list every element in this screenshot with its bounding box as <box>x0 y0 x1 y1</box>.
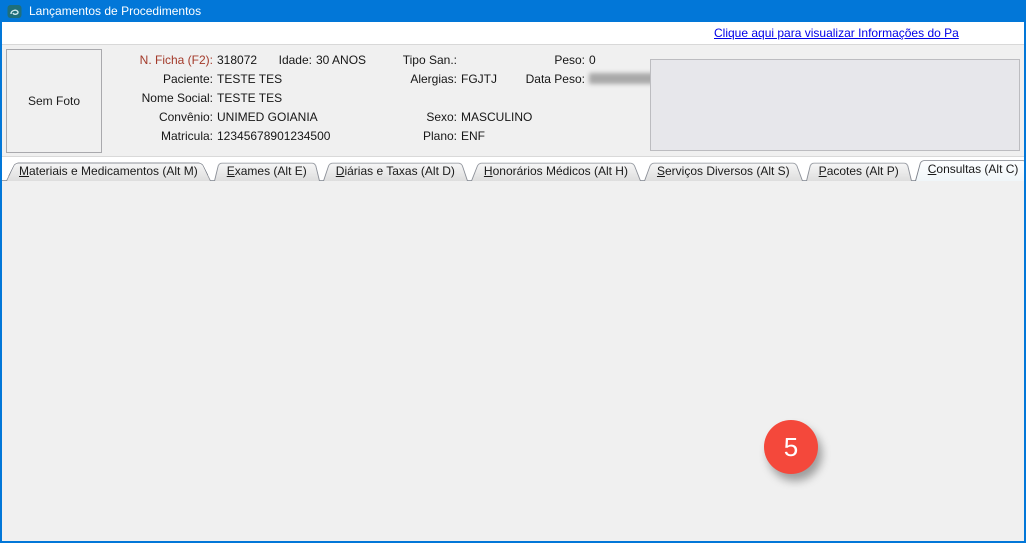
data-peso-label: Data Peso: <box>510 72 585 86</box>
tipo-san-line: Tipo San.: <box>385 53 461 67</box>
matricula-line: Matricula: 12345678901234500 <box>108 129 330 143</box>
matricula-value: 12345678901234500 <box>217 129 330 143</box>
nome-social-value: TESTE TES <box>217 91 282 105</box>
annotation-step-badge: 5 <box>764 420 818 474</box>
sexo-label: Sexo: <box>385 110 457 124</box>
convenio-line: Convênio: UNIMED GOIANIA <box>108 110 318 124</box>
peso-value: 0 <box>589 53 596 67</box>
tab-consultas[interactable]: Consultas (Alt C) <box>915 158 1026 181</box>
data-peso-line: Data Peso: <box>510 72 661 86</box>
alergias-line: Alergias: FGJTJ <box>385 72 497 86</box>
paciente-value: TESTE TES <box>217 72 282 86</box>
matricula-label: Matricula: <box>108 129 213 143</box>
tab-diarias-taxas[interactable]: Diárias e Taxas (Alt D) <box>323 161 468 181</box>
alergias-label: Alergias: <box>385 72 457 86</box>
peso-line: Peso: 0 <box>510 53 596 67</box>
nome-social-label: Nome Social: <box>108 91 213 105</box>
tab-servicos-diversos[interactable]: Serviços Diversos (Alt S) <box>644 161 803 181</box>
procedures-window: Lançamentos de Procedimentos Clique aqui… <box>0 0 1026 543</box>
convenio-value: UNIMED GOIANIA <box>217 110 318 124</box>
window-title: Lançamentos de Procedimentos <box>29 4 201 18</box>
photo-placeholder: Sem Foto <box>6 49 102 153</box>
idade-label: Idade: <box>252 53 312 67</box>
plano-value: ENF <box>461 129 485 143</box>
sexo-value: MASCULINO <box>461 110 532 124</box>
nome-social-line: Nome Social: TESTE TES <box>108 91 282 105</box>
header-strip: Clique aqui para visualizar Informações … <box>2 22 1024 44</box>
photo-placeholder-label: Sem Foto <box>28 94 80 108</box>
paciente-label: Paciente: <box>108 72 213 86</box>
peso-label: Peso: <box>510 53 585 67</box>
idade-line: Idade: 30 ANOS <box>252 53 366 67</box>
ficha-label: N. Ficha (F2): <box>108 53 213 67</box>
patient-info-link[interactable]: Clique aqui para visualizar Informações … <box>714 26 1026 40</box>
plano-label: Plano: <box>385 129 457 143</box>
ficha-line: N. Ficha (F2): 318072 <box>108 53 257 67</box>
convenio-label: Convênio: <box>108 110 213 124</box>
alergias-value: FGJTJ <box>461 72 497 86</box>
tipo-san-label: Tipo San.: <box>385 53 457 67</box>
tab-exames[interactable]: Exames (Alt E) <box>214 161 320 181</box>
tab-materiais-medicamentos[interactable]: Materiais e Medicamentos (Alt M) <box>6 161 211 181</box>
title-bar: Lançamentos de Procedimentos <box>0 0 1026 22</box>
consultas-pane <box>2 180 1024 541</box>
app-icon <box>7 4 22 19</box>
tab-honorarios-medicos[interactable]: Honorários Médicos (Alt H) <box>471 161 641 181</box>
empty-side-panel <box>650 59 1020 151</box>
idade-value: 30 ANOS <box>316 53 366 67</box>
patient-panel: Sem Foto N. Ficha (F2): 318072 Paciente:… <box>2 44 1024 157</box>
paciente-line: Paciente: TESTE TES <box>108 72 282 86</box>
tab-pacotes[interactable]: Pacotes (Alt P) <box>806 161 912 181</box>
sexo-line: Sexo: MASCULINO <box>385 110 532 124</box>
tab-strip: Materiais e Medicamentos (Alt M) Exames … <box>6 158 1026 181</box>
plano-line: Plano: ENF <box>385 129 485 143</box>
